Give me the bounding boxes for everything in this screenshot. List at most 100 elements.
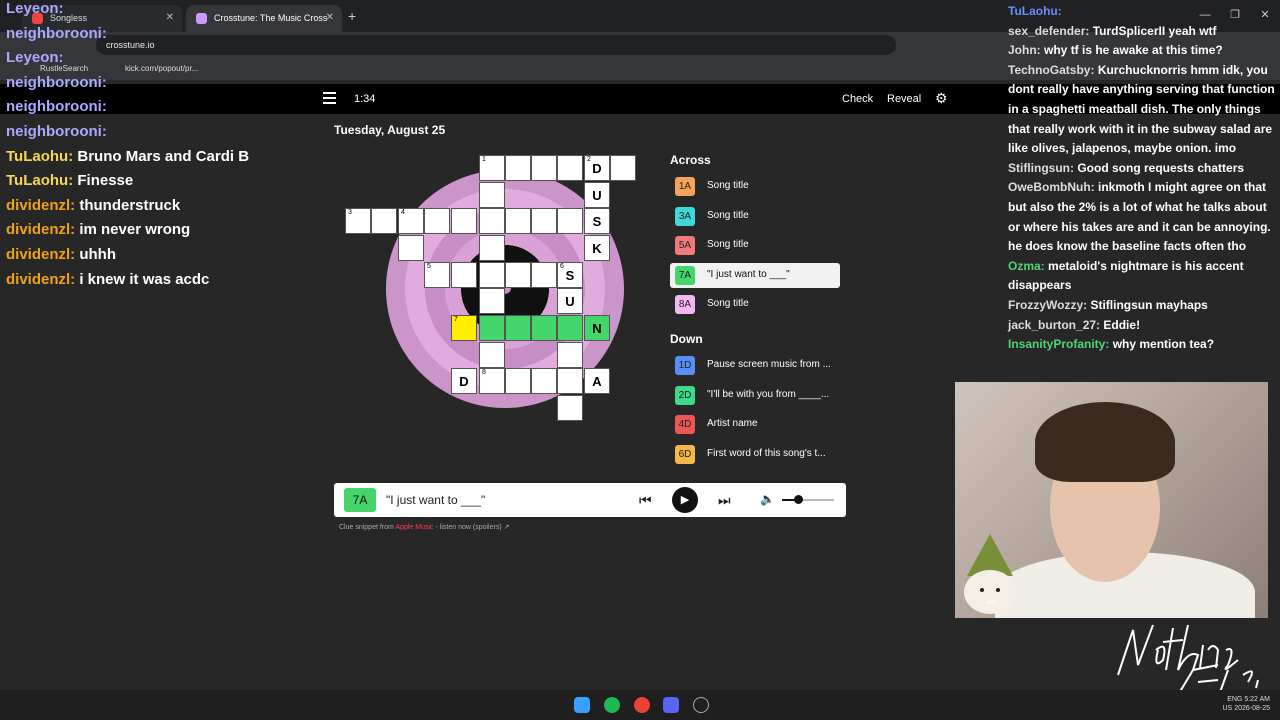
chrome-icon[interactable] <box>634 697 650 713</box>
reveal-button[interactable]: Reveal <box>887 93 921 105</box>
grid-cell[interactable] <box>479 262 505 288</box>
clue-text: Song title <box>707 209 749 221</box>
cell-number: 8 <box>482 369 486 376</box>
clue-tag: 4D <box>675 415 695 434</box>
grid-cell[interactable]: U <box>557 288 583 314</box>
grid-cell[interactable] <box>479 288 505 314</box>
check-button[interactable]: Check <box>842 93 873 105</box>
grid-cell[interactable]: U <box>584 182 610 208</box>
grid-cell[interactable] <box>451 262 477 288</box>
tray-region: US <box>1222 705 1233 712</box>
chat-username: Leyeon: <box>6 0 64 17</box>
grid-cell[interactable] <box>479 182 505 208</box>
grid-cell[interactable] <box>479 235 505 261</box>
cell-letter: U <box>592 188 602 203</box>
windows-start-icon[interactable] <box>574 697 590 713</box>
cell-letter: D <box>592 161 602 176</box>
grid-cell[interactable]: A <box>584 368 610 394</box>
clue-1d[interactable]: 1D Pause screen music from ... <box>670 353 840 378</box>
clue-credit: Clue snippet from Apple Music - listen n… <box>339 523 509 531</box>
grid-cell[interactable] <box>531 262 557 288</box>
cell-number: 2 <box>587 156 591 163</box>
grid-cell[interactable] <box>557 342 583 368</box>
grid-cell[interactable] <box>479 342 505 368</box>
grid-cell[interactable] <box>557 208 583 234</box>
chat-message: FrozzyWozzy: Stiflingsun mayhaps <box>1008 296 1276 316</box>
clue-tag: 3A <box>675 206 695 226</box>
chat-message: dividenzl: thunderstruck <box>6 197 316 222</box>
grid-cell[interactable] <box>610 155 636 181</box>
grid-cell[interactable]: S <box>584 208 610 234</box>
chat-message: Leyeon: <box>6 0 316 25</box>
grid-cell[interactable]: 4 <box>398 208 424 234</box>
menu-icon[interactable] <box>323 92 336 107</box>
chat-message: Ozma: metaloid's nightmare is his accent… <box>1008 257 1276 296</box>
chat-username: neighborooni: <box>6 122 107 140</box>
previous-track-icon[interactable]: ⏮ <box>639 492 652 509</box>
clue-text: "I just want to ___" <box>707 268 790 280</box>
grid-cell[interactable] <box>424 208 450 234</box>
grid-cell[interactable] <box>557 368 583 394</box>
grid-cell[interactable] <box>505 262 531 288</box>
grid-cell[interactable]: 2D <box>584 155 610 181</box>
chat-message: sex_defender: TurdSplicerII yeah wtf <box>1008 22 1276 42</box>
chat-message: neighborooni: <box>6 98 316 123</box>
grid-cell[interactable]: 5 <box>424 262 450 288</box>
app-icon[interactable] <box>693 697 709 713</box>
close-tab-icon[interactable]: ✕ <box>326 12 334 23</box>
grid-cell[interactable] <box>531 368 557 394</box>
grid-cell[interactable]: D <box>451 368 477 394</box>
grid-cell[interactable] <box>531 155 557 181</box>
spotify-icon[interactable] <box>604 697 620 713</box>
clue-tag: 1D <box>675 356 695 375</box>
grid-cell[interactable] <box>557 315 583 341</box>
grid-cell[interactable] <box>479 208 505 234</box>
clue-tag: 5A <box>675 236 695 255</box>
volume-slider[interactable] <box>782 495 834 504</box>
grid-cell[interactable] <box>505 155 531 181</box>
clue-8a[interactable]: 8A Song title <box>670 292 840 317</box>
volume-icon[interactable]: 🔈 <box>760 492 775 506</box>
grid-cell[interactable]: 1 <box>479 155 505 181</box>
new-tab-icon[interactable]: + <box>348 8 356 24</box>
settings-gear-icon[interactable]: ⚙ <box>935 90 948 107</box>
grid-cell[interactable] <box>557 395 583 421</box>
clue-2d[interactable]: 2D "I'll be with you from ____... <box>670 383 840 408</box>
across-heading: Across <box>670 153 711 167</box>
grid-cell[interactable] <box>557 155 583 181</box>
apple-music-link[interactable]: Apple Music <box>395 524 433 531</box>
discord-icon[interactable] <box>663 697 679 713</box>
grid-cell[interactable]: 8 <box>479 368 505 394</box>
chat-text: Bruno Mars and Cardi B <box>77 147 250 165</box>
clue-5a[interactable]: 5A Song title <box>670 233 840 258</box>
clue-3a[interactable]: 3A Song title <box>670 204 840 229</box>
chat-message: jack_burton_27: Eddie! <box>1008 316 1276 336</box>
grid-cell[interactable] <box>531 208 557 234</box>
clue-1a[interactable]: 1A Song title <box>670 174 840 199</box>
cell-letter: D <box>459 374 469 389</box>
clue-6d[interactable]: 6D First word of this song's t... <box>670 442 840 467</box>
grid-cell[interactable] <box>398 235 424 261</box>
cell-number: 7 <box>454 316 458 323</box>
chat-username: Ozma: <box>1008 258 1045 273</box>
grid-cell[interactable]: N <box>584 315 610 341</box>
chat-message: TechnoGatsby: Kurchucknorris hmm idk, yo… <box>1008 61 1276 159</box>
grid-cell[interactable] <box>479 315 505 341</box>
grid-cell[interactable] <box>371 208 397 234</box>
grid-cell[interactable]: 6S <box>557 262 583 288</box>
grid-cell[interactable] <box>505 208 531 234</box>
grid-cell[interactable]: 7 <box>451 315 477 341</box>
grid-cell[interactable]: 3 <box>345 208 371 234</box>
next-track-icon[interactable]: ⏭ <box>718 492 731 509</box>
grid-cell[interactable] <box>505 315 531 341</box>
play-button[interactable]: ▶ <box>672 487 698 513</box>
clue-7a[interactable]: 7A "I just want to ___" <box>670 262 840 288</box>
grid-cell[interactable] <box>505 368 531 394</box>
credit-suffix[interactable]: - listen now (spoilers) ↗ <box>436 524 510 531</box>
grid-cell[interactable]: K <box>584 235 610 261</box>
grid-cell[interactable] <box>451 208 477 234</box>
grid-cell[interactable] <box>531 315 557 341</box>
nothing-else-logo <box>1117 624 1259 699</box>
clue-4d[interactable]: 4D Artist name <box>670 412 840 437</box>
volume-knob[interactable] <box>793 495 803 504</box>
